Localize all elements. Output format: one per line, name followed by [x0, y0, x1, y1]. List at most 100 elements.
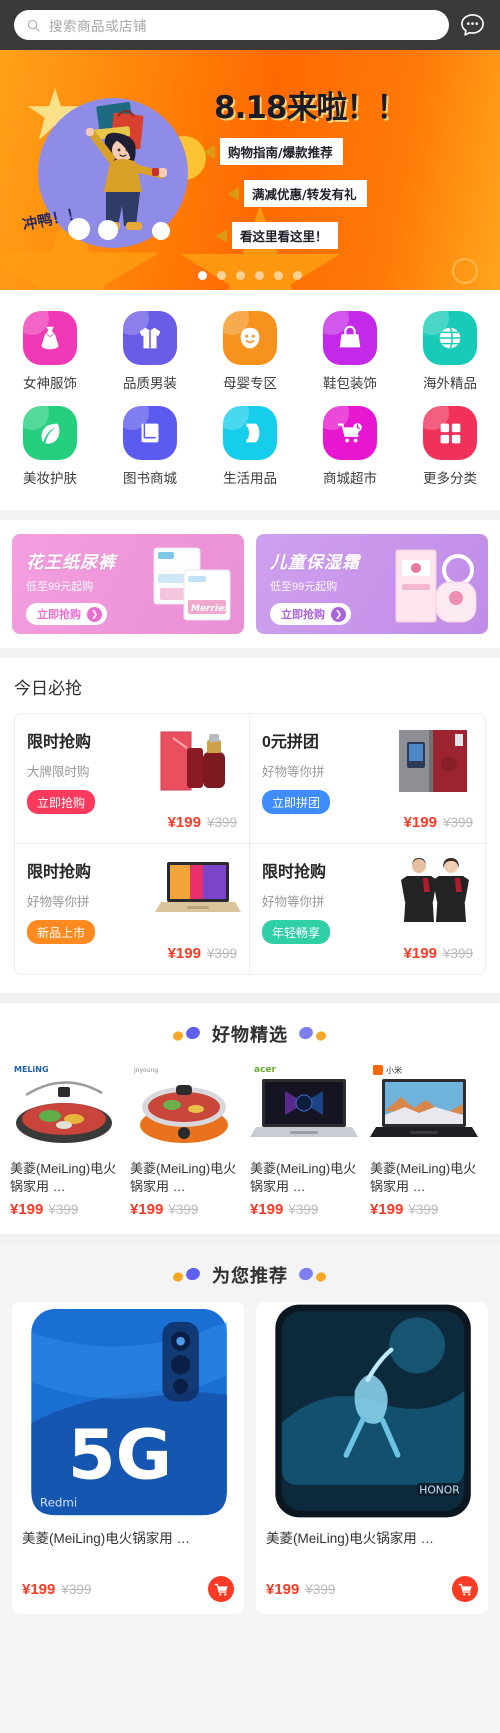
today-card-price-row: ¥199 ¥399	[27, 945, 237, 962]
price-original: ¥399	[206, 815, 237, 830]
today-card-tag[interactable]: 立即拼团	[262, 790, 331, 814]
today-card-2[interactable]: 0元拼团 好物等你拼 立即拼团 ¥199 ¥399	[250, 714, 485, 844]
baby-icon	[223, 311, 277, 365]
today-card-tag[interactable]: 立即抢购	[27, 790, 96, 814]
svg-text:Merries: Merries	[191, 604, 230, 614]
category-item-baby[interactable]: 母婴专区	[200, 304, 300, 399]
laptop-photo	[155, 862, 241, 912]
carousel-dot-6[interactable]	[293, 271, 302, 280]
recommend-price-row: ¥199 ¥399	[266, 1581, 335, 1598]
handbag-icon	[323, 311, 377, 365]
promo-buy-button[interactable]: 立即抢购 ❯	[270, 603, 351, 625]
banner-callout-2[interactable]: 满减优惠/转发有礼	[228, 180, 379, 217]
recommend-item-name: 美菱(MeiLing)电火锅家用 …	[266, 1531, 435, 1547]
promo-card-cream[interactable]: 儿童保湿霜 低至99元起购 立即抢购 ❯	[256, 534, 488, 634]
triangle-icon	[204, 144, 215, 159]
orange-hotpot-photo: Joyoung	[133, 1067, 228, 1143]
recommend-section: 为您推荐 5G Redmi 美菱(MeiLing)电火锅家用 … ¥199 ¥3…	[0, 1244, 500, 1630]
carousel-dots[interactable]	[0, 271, 500, 280]
price-current: ¥199	[167, 945, 201, 962]
svg-text:acer: acer	[254, 1065, 277, 1075]
category-item-household[interactable]: 生活用品	[200, 399, 300, 494]
triangle-icon	[216, 228, 227, 243]
globe-icon	[423, 311, 477, 365]
carousel-dot-5[interactable]	[274, 271, 283, 280]
today-card-3[interactable]: 限时抢购 好物等你拼 新品上市 ¥199 ¥399	[15, 844, 250, 974]
carousel-dot-4[interactable]	[255, 271, 264, 280]
svg-text:MELiNG: MELiNG	[14, 1065, 49, 1074]
today-card-tag[interactable]: 年轻畅享	[262, 920, 331, 944]
price-original: ¥399	[442, 946, 473, 961]
pick-item-2[interactable]: Joyoung 美菱(MeiLing)电火锅家用 … ¥199 ¥399	[124, 1061, 244, 1218]
pick-item-name: 美菱(MeiLing)电火锅家用 …	[130, 1161, 237, 1194]
add-to-cart-button[interactable]	[208, 1576, 234, 1603]
category-item-dress[interactable]: 女神服饰	[0, 304, 100, 399]
grid-more-icon	[423, 406, 477, 460]
svg-text:Redmi: Redmi	[40, 1496, 77, 1510]
picks-section: 好物精选 MELiNG 美菱(MeiLing)电火锅家用 … ¥199 ¥399	[0, 1003, 500, 1235]
today-card-price-row: ¥199 ¥399	[262, 814, 473, 831]
banner-title: 8.18来啦！！	[214, 90, 407, 126]
category-item-bags[interactable]: 鞋包装饰	[300, 304, 400, 399]
chat-bubble-icon[interactable]	[459, 12, 486, 39]
add-to-cart-button[interactable]	[452, 1576, 478, 1603]
category-item-overseas[interactable]: 海外精品	[400, 304, 500, 399]
deco-dots-right-icon	[299, 1268, 326, 1282]
deco-dots-left-icon	[173, 1268, 200, 1282]
section-divider	[0, 648, 500, 658]
today-card-tag[interactable]: 新品上市	[27, 920, 96, 944]
today-section: 今日必抢 限时抢购 大牌限时购 立即抢购 ¥199 ¥399 0元拼团 好物等你…	[0, 658, 500, 993]
price-original: ¥399	[206, 946, 237, 961]
deco-dots-right-icon	[299, 1027, 326, 1041]
picks-scroll-row[interactable]: MELiNG 美菱(MeiLing)电火锅家用 … ¥199 ¥399 Joyo…	[0, 1061, 500, 1234]
category-item-books[interactable]: 图书商城	[100, 399, 200, 494]
triangle-icon	[228, 186, 239, 201]
promo-banner-row: 花王纸尿裤 低至99元起购 立即抢购 ❯ Merries 儿童保湿霜 低至99元…	[0, 520, 500, 648]
today-card-1[interactable]: 限时抢购 大牌限时购 立即抢购 ¥199 ¥399	[15, 714, 250, 844]
pick-item-price-row: ¥199 ¥399	[250, 1201, 358, 1218]
leaf-icon	[23, 406, 77, 460]
pick-item-3[interactable]: acer 美菱(MeiLing)电火锅家用 … ¥199 ¥399	[244, 1061, 364, 1218]
paper-roll-icon	[223, 406, 277, 460]
pick-item-price-row: ¥199 ¥399	[10, 1201, 118, 1218]
category-label: 商城超市	[323, 471, 377, 486]
recommend-card-body: 美菱(MeiLing)电火锅家用 … ¥199 ¥399	[12, 1520, 244, 1614]
carousel-dot-3[interactable]	[236, 271, 245, 280]
carousel-dot-1[interactable]	[198, 271, 207, 280]
category-label: 生活用品	[223, 471, 277, 486]
book-icon	[123, 406, 177, 460]
acer-laptop-photo: acer	[250, 1065, 358, 1137]
banner-callout-3[interactable]: 看这里看这里！	[216, 222, 350, 259]
category-label: 海外精品	[423, 376, 477, 391]
banner-callout-1[interactable]: 购物指南/爆款推荐	[204, 138, 355, 175]
banner-bubble-3	[152, 222, 170, 240]
banner-bubble-2	[98, 220, 118, 240]
recommend-card-1[interactable]: 5G Redmi 美菱(MeiLing)电火锅家用 … ¥199 ¥399	[12, 1302, 244, 1615]
today-heading: 今日必抢	[14, 679, 82, 698]
promo-buy-button[interactable]: 立即抢购 ❯	[26, 603, 107, 625]
carousel-dot-2[interactable]	[217, 271, 226, 280]
pick-item-4[interactable]: 小米 美菱(MeiLing)电火锅家用 … ¥199 ¥399	[364, 1061, 484, 1218]
price-current: ¥199	[250, 1201, 284, 1219]
search-bar: 搜索商品或店铺	[0, 0, 500, 50]
cart-icon	[458, 1583, 472, 1596]
recommend-heading: 为您推荐	[212, 1266, 288, 1287]
promo-card-diapers[interactable]: 花王纸尿裤 低至99元起购 立即抢购 ❯ Merries	[12, 534, 244, 634]
recommend-card-2[interactable]: HONOR 美菱(MeiLing)电火锅家用 … ¥199 ¥399	[256, 1302, 488, 1615]
search-input[interactable]: 搜索商品或店铺	[14, 10, 449, 40]
pick-item-name: 美菱(MeiLing)电火锅家用 …	[250, 1161, 357, 1194]
pick-item-1[interactable]: MELiNG 美菱(MeiLing)电火锅家用 … ¥199 ¥399	[4, 1061, 124, 1218]
today-card-4[interactable]: 限时抢购 好物等你拼 年轻畅享 ¥199 ¥399	[250, 844, 485, 974]
category-item-menswear[interactable]: 品质男装	[100, 304, 200, 399]
category-item-more[interactable]: 更多分类	[400, 399, 500, 494]
hero-banner[interactable]: 冲鸭！！ 8.18来啦！！ 购物指南/爆款推荐 满减优惠/转发有礼 看这里看这里…	[0, 50, 500, 290]
sportswear-couple-photo	[401, 858, 469, 922]
banner-callout-text: 看这里看这里！	[232, 222, 350, 259]
recommend-item-name: 美菱(MeiLing)电火锅家用 …	[22, 1531, 191, 1547]
honor-phone-photo: HONOR	[256, 1302, 488, 1521]
category-item-supermarket[interactable]: 商城超市	[300, 399, 400, 494]
category-item-beauty[interactable]: 美妆护肤	[0, 399, 100, 494]
svg-text:Joyoung: Joyoung	[133, 1067, 158, 1074]
recommend-card-footer: ¥199 ¥399	[22, 1576, 234, 1603]
recommend-card-footer: ¥199 ¥399	[266, 1576, 478, 1603]
